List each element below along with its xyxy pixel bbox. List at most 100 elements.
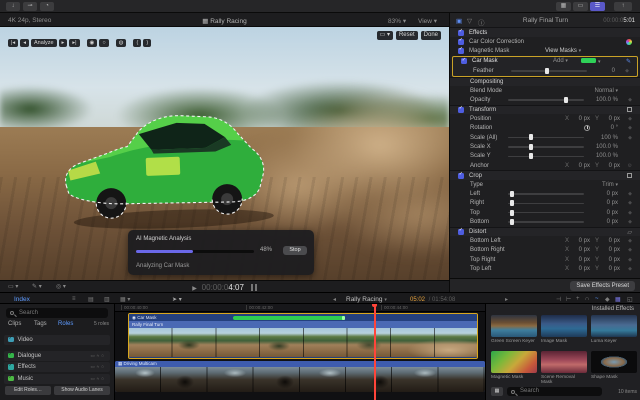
effect-checkbox[interactable] (458, 37, 464, 45)
viewer-view-menu[interactable]: View ▾ (418, 17, 437, 25)
timeline-fwd-button[interactable]: ▸ (505, 296, 508, 303)
effect-thumbnail[interactable] (491, 351, 537, 373)
skimming-icon[interactable]: ~ (595, 296, 599, 302)
anchor-y-value[interactable]: 0 px (602, 163, 620, 169)
br-y-value[interactable]: 0 px (602, 247, 620, 253)
role-checkbox[interactable] (8, 363, 14, 370)
effect-item[interactable]: Green Screen Keyer (491, 315, 537, 344)
crop-top-slider[interactable] (508, 209, 584, 216)
browser-view-grid-button[interactable]: ▦ (556, 2, 571, 11)
clip-appearance-film-icon[interactable]: ▤ (88, 296, 94, 303)
crop-type-menu[interactable]: Trim ▾ (602, 182, 618, 188)
view-masks-menu[interactable]: View Masks ▾ (545, 48, 581, 54)
tab-roles[interactable]: Roles (58, 321, 73, 327)
slider-thumb[interactable] (564, 96, 569, 103)
stop-button[interactable]: Stop (283, 246, 307, 255)
keyframe-icon[interactable]: ◆ (628, 191, 632, 197)
effects-checkbox[interactable] (458, 28, 464, 36)
clip-filmstrip[interactable] (115, 367, 485, 392)
masked-rally-car[interactable] (54, 97, 290, 237)
edit-roles-button[interactable]: Edit Roles… (5, 385, 51, 395)
keyframe-icon[interactable]: ◆ (628, 266, 632, 272)
mask-last-frame-button[interactable]: ▸| (69, 39, 80, 47)
feather-value[interactable]: 0 (612, 68, 615, 74)
opacity-slider[interactable] (508, 96, 584, 103)
effect-thumbnail[interactable] (541, 351, 587, 373)
mask-checkbox[interactable] (461, 57, 467, 65)
car-color-correction-row[interactable]: Car Color Correction (450, 37, 640, 46)
trim-end-icon[interactable]: ⊢ (566, 296, 571, 303)
role-checkbox[interactable] (8, 351, 14, 359)
effect-checkbox[interactable] (458, 46, 464, 55)
save-effects-preset-button[interactable]: Save Effects Preset (570, 281, 635, 291)
keyframe-icon[interactable]: ◆ (628, 116, 632, 122)
crop-left-value[interactable]: 0 px (607, 191, 618, 197)
reset-button[interactable]: Reset (395, 31, 418, 40)
add-stroke-button[interactable]: ◉ (86, 39, 98, 47)
scale-x-slider[interactable] (508, 143, 584, 150)
rotation-value[interactable]: 0 ° (611, 125, 618, 131)
effect-thumbnail[interactable] (591, 315, 637, 337)
focus-icon[interactable]: ○ (101, 376, 106, 381)
clip-title-bar[interactable]: Rally Final Turn (129, 321, 477, 328)
tr-x-value[interactable]: 0 px (572, 257, 590, 263)
share-button[interactable]: ↑ (614, 2, 632, 11)
show-audio-lanes-button[interactable]: Show Audio Lanes (54, 385, 110, 395)
add-marker-icon[interactable]: + (576, 296, 580, 302)
distort-checkbox[interactable] (458, 227, 464, 235)
bl-y-value[interactable]: 0 px (602, 238, 620, 244)
crop-right-slider[interactable] (508, 200, 584, 207)
crop-checkbox[interactable] (458, 171, 464, 179)
effect-item[interactable]: Magnetic Mask (491, 351, 537, 380)
keyframe-icon[interactable]: ◆ (628, 97, 632, 103)
br-x-value[interactable]: 0 px (572, 247, 590, 253)
audio-monitor-icon[interactable]: ∩ (585, 296, 589, 302)
tools-menu[interactable]: ➤ ▾ (172, 296, 182, 303)
role-checkbox[interactable] (8, 335, 14, 343)
effect-item[interactable]: Scene Removal Mask (541, 351, 587, 386)
slider-thumb[interactable] (528, 143, 533, 150)
crop-left-slider[interactable] (508, 190, 584, 197)
timeline[interactable]: 00:00:40:00 00:00:42:00 00:00:44:00 ◉ Ca… (115, 304, 485, 400)
slider-thumb[interactable] (528, 153, 533, 160)
index-button[interactable]: Index (14, 296, 30, 303)
zoom-fit-icon[interactable]: ◱ (627, 296, 633, 303)
mask-edit-icon[interactable]: ✎ (626, 58, 631, 65)
viewer-canvas[interactable]: |◂ ◂ Analyze ▸ ▸| ◉ ○ ◍ ( ) ▭ ▾ Reset Do… (0, 27, 449, 280)
keyframe-icon[interactable]: ◆ (628, 247, 632, 253)
rotation-dial[interactable] (584, 125, 590, 132)
effect-thumbnail[interactable] (491, 315, 537, 337)
focus-icon[interactable]: ○ (101, 364, 106, 369)
slider-thumb[interactable] (509, 200, 514, 207)
mask-color-control[interactable]: ▾ (579, 57, 601, 65)
crop-bottom-value[interactable]: 0 px (607, 219, 618, 225)
scale-y-slider[interactable] (508, 153, 584, 160)
anchor-x-value[interactable]: 0 px (572, 163, 590, 169)
gear-icon[interactable]: ⚙ (628, 163, 632, 169)
slider-thumb[interactable] (509, 218, 514, 225)
distort-onscreen-icon[interactable]: ▱ (627, 229, 632, 236)
car-mask-selected-box[interactable]: Car Mask Add ▾ ▾ ✎ Feather 0 ◆ (452, 55, 638, 77)
car-mask-row[interactable]: Car Mask Add ▾ ▾ ✎ (453, 57, 637, 66)
tab-tags[interactable]: Tags (34, 321, 47, 327)
clip-appearance-wave-icon[interactable]: ▥ (104, 296, 110, 303)
audio-meter-icon[interactable] (250, 284, 253, 291)
mask-options-button[interactable]: ▭ ▾ (376, 31, 393, 40)
keyframe-icon[interactable]: ◆ (628, 238, 632, 244)
timeline-ruler[interactable]: 00:00:40:00 00:00:42:00 00:00:44:00 (115, 304, 485, 312)
subtract-stroke-button[interactable]: ○ (99, 39, 109, 47)
import-button[interactable]: ↓ (6, 2, 20, 11)
done-button[interactable]: Done (420, 31, 441, 40)
magnetic-mask-row[interactable]: Magnetic Mask View Masks ▾ (450, 46, 640, 55)
effects-sidebar-toggle[interactable]: ▦ (491, 387, 503, 396)
trim-start-icon[interactable]: ⊣ (556, 296, 561, 303)
transform-onscreen-icon[interactable] (627, 107, 632, 113)
keyframe-icon[interactable]: ◆ (628, 125, 632, 131)
keyframe-icon[interactable]: ◆ (628, 219, 632, 225)
index-search-field[interactable]: Search (6, 308, 108, 318)
blend-mode-menu[interactable]: Normal ▾ (594, 88, 618, 94)
timeline-history-menu[interactable]: Rally Racing ▾ (346, 296, 387, 303)
effect-thumbnail[interactable] (541, 315, 587, 337)
tl-x-value[interactable]: 0 px (572, 266, 590, 272)
browser-view-filmstrip-button[interactable]: ☰ (590, 2, 605, 11)
